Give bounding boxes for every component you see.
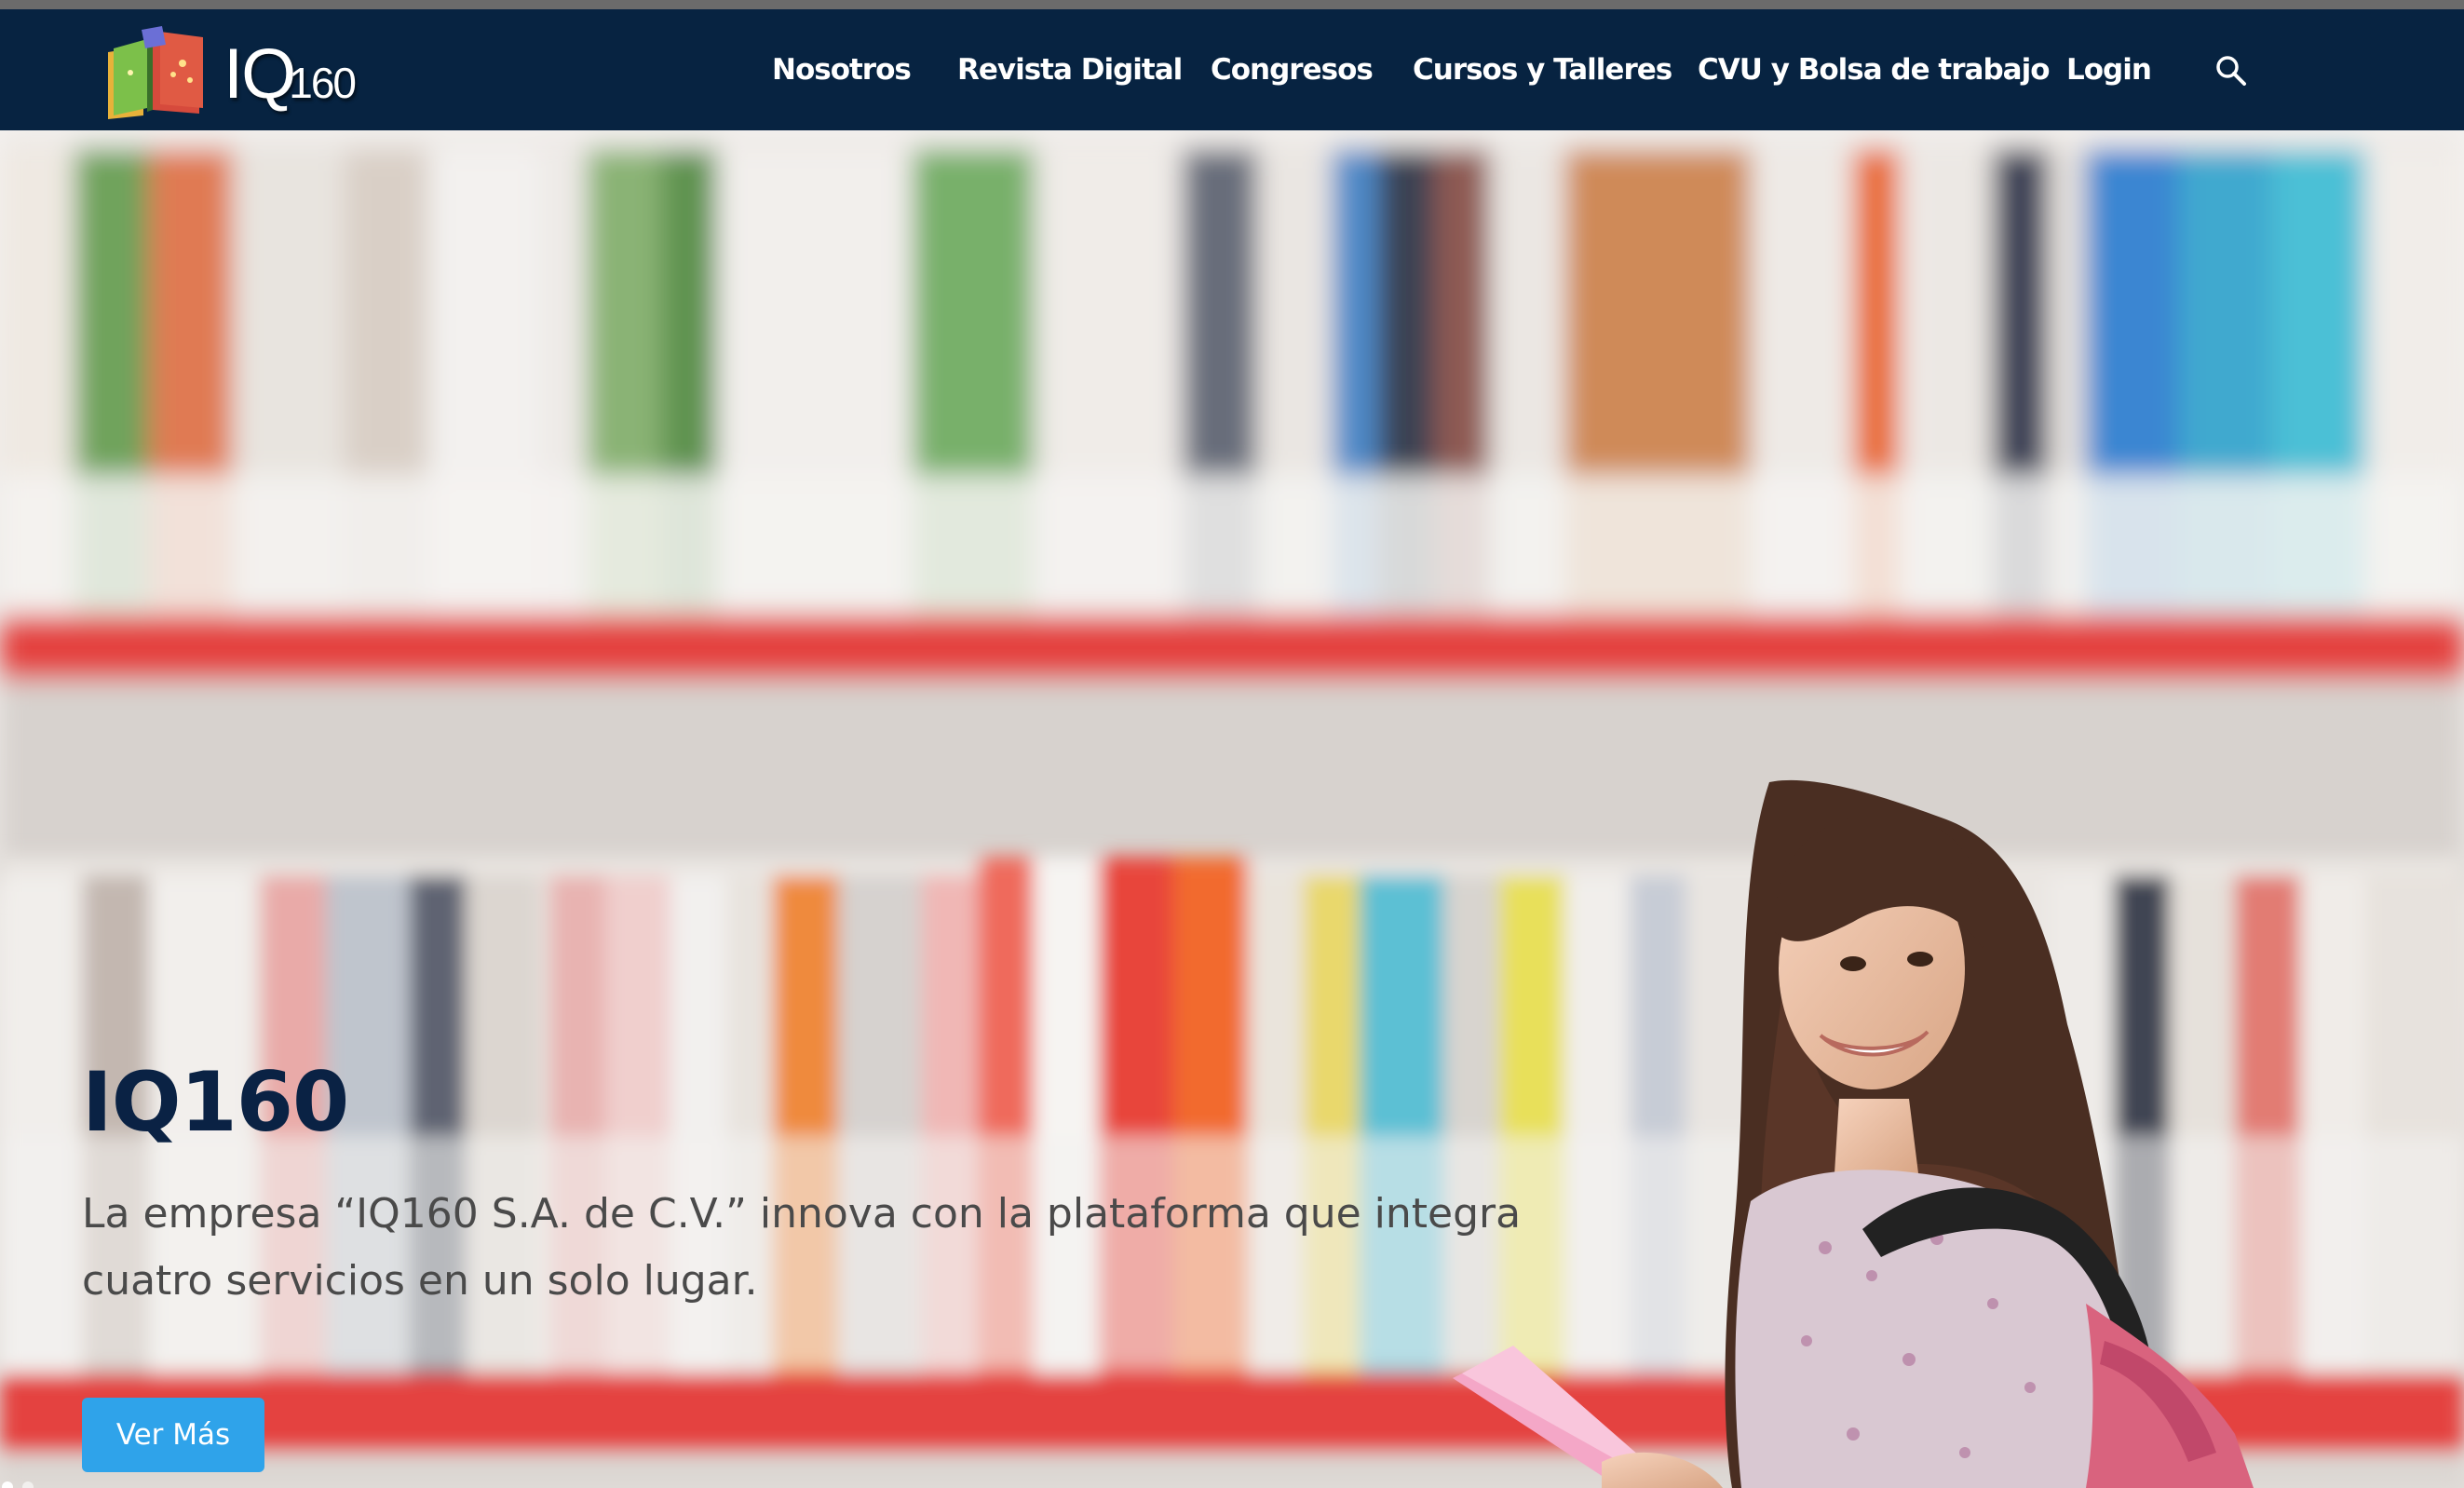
hero-title: IQ160 <box>82 1054 349 1150</box>
carousel-dot-1[interactable] <box>2 1481 13 1488</box>
hero-banner: IQ160 La empresa “IQ160 S.A. de C.V.” in… <box>0 130 2464 1488</box>
logo-wordmark-sub: 160 <box>289 59 357 107</box>
logo-wordmark-main: IQ <box>223 34 296 114</box>
top-navbar: IQ160 Nosotros Revista Digital Congresos… <box>0 9 2464 130</box>
nav-item-congresos[interactable]: Congresos <box>1211 9 1374 130</box>
nav-item-revista-digital[interactable]: Revista Digital <box>957 9 1183 130</box>
search-icon[interactable] <box>2214 54 2248 88</box>
nav-item-login[interactable]: Login <box>2066 9 2152 130</box>
site-logo[interactable]: IQ160 <box>104 26 402 129</box>
window-top-border <box>0 0 2464 9</box>
nav-item-cursos-talleres[interactable]: Cursos y Talleres <box>1413 9 1672 130</box>
carousel-dot-2[interactable] <box>22 1481 34 1488</box>
nav-item-nosotros[interactable]: Nosotros <box>772 9 912 130</box>
hero-description: La empresa “IQ160 S.A. de C.V.” innova c… <box>82 1190 1522 1305</box>
logo-wordmark: IQ160 <box>223 39 357 110</box>
ver-mas-button[interactable]: Ver Más <box>82 1398 264 1472</box>
carousel-dots <box>2 1481 34 1488</box>
nav-item-cvu-bolsa-trabajo[interactable]: CVU y Bolsa de trabajo <box>1698 9 2050 130</box>
logo-books-icon <box>108 26 203 119</box>
